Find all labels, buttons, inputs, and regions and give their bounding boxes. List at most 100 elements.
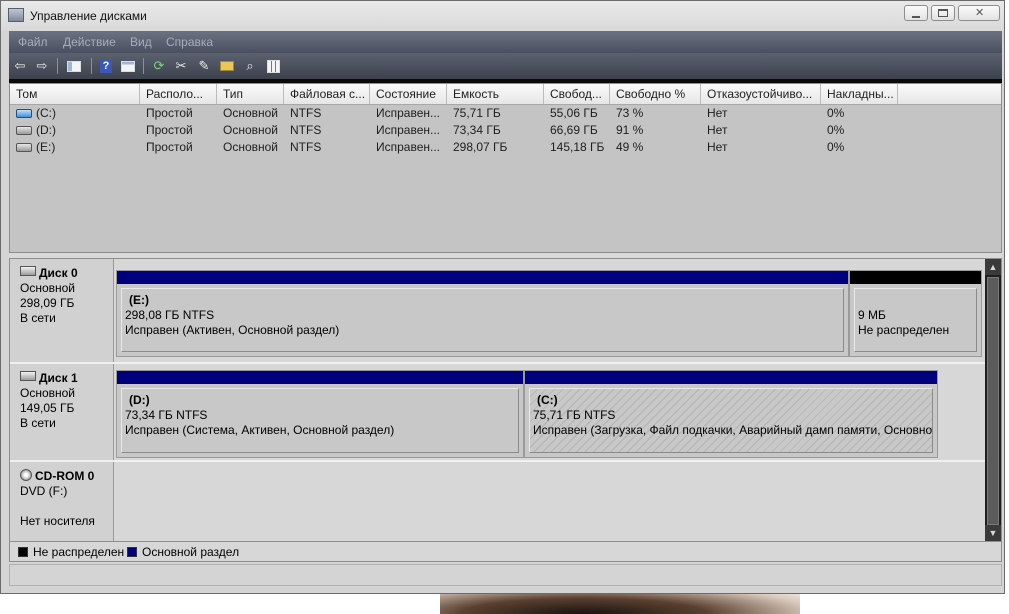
disk-icon — [20, 266, 36, 276]
volume-fault-tolerance: Нет — [707, 140, 728, 154]
partition-name — [858, 293, 976, 308]
menu-help[interactable]: Справка — [166, 35, 213, 49]
column-header-capacity[interactable]: Емкость — [447, 84, 544, 104]
volume-type: Основной — [223, 123, 279, 137]
volume-name: (E:) — [36, 140, 56, 154]
volume-name: (D:) — [36, 123, 56, 137]
volume-percent-free: 91 % — [616, 123, 644, 137]
disk-name: CD-ROM 0 — [35, 469, 95, 483]
open-folder-button[interactable] — [218, 57, 236, 75]
scroll-down-arrow[interactable]: ▼ — [985, 525, 1001, 541]
partition-size: 73,34 ГБ NTFS — [125, 408, 208, 422]
partition-bar — [850, 271, 981, 284]
volume-row[interactable]: (C:) Простой Основной NTFS Исправен... 7… — [10, 105, 1001, 122]
disk-status: В сети — [20, 416, 56, 430]
volume-overhead: 0% — [827, 140, 845, 154]
disk-status: Нет носителя — [20, 514, 95, 528]
disk-label[interactable]: Диск 1 Основной 149,05 ГБ В сети — [10, 364, 114, 460]
chevron-up-icon: ▲ — [988, 262, 998, 272]
disk-label[interactable]: CD-ROM 0 DVD (F:) Нет носителя — [10, 462, 114, 541]
legend-label: Не распределен — [33, 545, 125, 559]
partition-name: (E:) — [129, 293, 149, 307]
refresh-button[interactable]: ⟳ — [150, 57, 168, 75]
disk-row: Диск 0 Основной 298,09 ГБ В сети (E:) 29… — [10, 259, 985, 363]
delete-button[interactable]: ✂ — [172, 57, 190, 75]
minimize-button[interactable] — [904, 5, 928, 21]
legend-item: Не распределен — [18, 545, 124, 559]
legend-swatch-primary — [127, 547, 137, 557]
menu-file[interactable]: Файл — [18, 35, 48, 49]
partition-status: Исправен (Система, Активен, Основной раз… — [125, 423, 395, 437]
disk-name: Диск 1 — [39, 371, 78, 385]
volume-filesystem: NTFS — [290, 123, 322, 137]
partition-status: Не распределен — [858, 323, 950, 337]
column-header-status[interactable]: Состояние — [370, 84, 447, 104]
volume-free-space: 55,06 ГБ — [550, 106, 598, 120]
forward-button[interactable]: ⇨ — [33, 57, 51, 75]
partition-bar — [117, 371, 523, 384]
scroll-thumb[interactable] — [987, 277, 999, 525]
properties-icon — [121, 60, 135, 72]
properties-button[interactable] — [119, 57, 137, 75]
volume-status: Исправен... — [376, 106, 441, 120]
volume-fault-tolerance: Нет — [707, 123, 728, 137]
disk-type: Основной — [20, 386, 76, 400]
menu-action[interactable]: Действие — [63, 35, 116, 49]
cdrom-row: CD-ROM 0 DVD (F:) Нет носителя — [10, 462, 985, 541]
toolbar: ⇦ ⇨ ? ⟳ ✂ ✎ ⌕ — [9, 53, 1002, 83]
chevron-down-icon: ▼ — [988, 528, 998, 538]
partition-e[interactable]: (E:) 298,08 ГБ NTFS Исправен (Активен, О… — [116, 270, 849, 357]
column-header-free-space[interactable]: Свобод... — [544, 84, 610, 104]
partition-size: 75,71 ГБ NTFS — [533, 408, 616, 422]
volume-free-space: 66,69 ГБ — [550, 123, 598, 137]
title-bar[interactable]: Управление дисками ✕ — [1, 1, 1004, 31]
disk-size: 149,05 ГБ — [20, 401, 75, 415]
legend-item: Основной раздел — [127, 545, 239, 559]
settings-button[interactable] — [264, 57, 282, 75]
edit-button[interactable]: ✎ — [195, 57, 213, 75]
close-button[interactable]: ✕ — [958, 5, 1000, 21]
maximize-button[interactable] — [931, 5, 955, 21]
help-button[interactable]: ? — [97, 57, 115, 75]
partition-unallocated[interactable]: 9 МБ Не распределен — [849, 270, 982, 357]
disk-icon — [20, 371, 36, 381]
toolbar-separator — [143, 58, 144, 74]
partition-body: (C:) 75,71 ГБ NTFS Исправен (Загрузка, Ф… — [529, 388, 933, 453]
folder-icon — [220, 61, 234, 71]
disk-map-scrollbar[interactable]: ▲ ▼ — [985, 259, 1001, 541]
partition-bar — [117, 271, 848, 284]
menu-view[interactable]: Вид — [130, 35, 152, 49]
column-header-fault-tolerance[interactable]: Отказоустойчиво... — [701, 84, 821, 104]
column-header-percent-free[interactable]: Свободно % — [610, 84, 701, 104]
disk-label[interactable]: Диск 0 Основной 298,09 ГБ В сети — [10, 259, 114, 363]
partition-bar — [525, 371, 937, 384]
volume-row[interactable]: (D:) Простой Основной NTFS Исправен... 7… — [10, 122, 1001, 139]
volume-cell-name: (C:) — [10, 105, 140, 122]
search-button[interactable]: ⌕ — [241, 57, 259, 75]
status-bar — [9, 564, 1002, 586]
cdrom-icon — [20, 469, 32, 481]
volume-row[interactable]: (E:) Простой Основной NTFS Исправен... 2… — [10, 139, 1001, 156]
console-tree-button[interactable] — [65, 57, 83, 75]
back-button[interactable]: ⇦ — [11, 57, 29, 75]
column-header-filesystem[interactable]: Файловая с... — [284, 84, 370, 104]
disk-size: 298,09 ГБ — [20, 296, 75, 310]
volume-name: (C:) — [36, 106, 56, 120]
column-header-overhead[interactable]: Накладны... — [821, 84, 898, 104]
volume-list-header: Том Располо... Тип Файловая с... Состоян… — [10, 84, 1001, 105]
toolbar-separator — [91, 58, 92, 74]
partition-size: 9 МБ — [858, 308, 886, 322]
volume-percent-free: 73 % — [616, 106, 644, 120]
partition-d[interactable]: (D:) 73,34 ГБ NTFS Исправен (Система, Ак… — [116, 370, 524, 458]
help-icon: ? — [100, 59, 112, 73]
column-header-layout[interactable]: Располо... — [140, 84, 217, 104]
partition-c[interactable]: (C:) 75,71 ГБ NTFS Исправен (Загрузка, Ф… — [524, 370, 938, 458]
disk-map: Диск 0 Основной 298,09 ГБ В сети (E:) 29… — [9, 258, 1002, 542]
forward-icon: ⇨ — [36, 58, 48, 73]
volume-icon — [16, 143, 32, 153]
scroll-up-arrow[interactable]: ▲ — [985, 259, 1001, 275]
column-header-volume[interactable]: Том — [10, 84, 140, 104]
column-header-type[interactable]: Тип — [217, 84, 284, 104]
disk-management-window: Управление дисками ✕ Файл Действие Вид С… — [0, 0, 1005, 594]
